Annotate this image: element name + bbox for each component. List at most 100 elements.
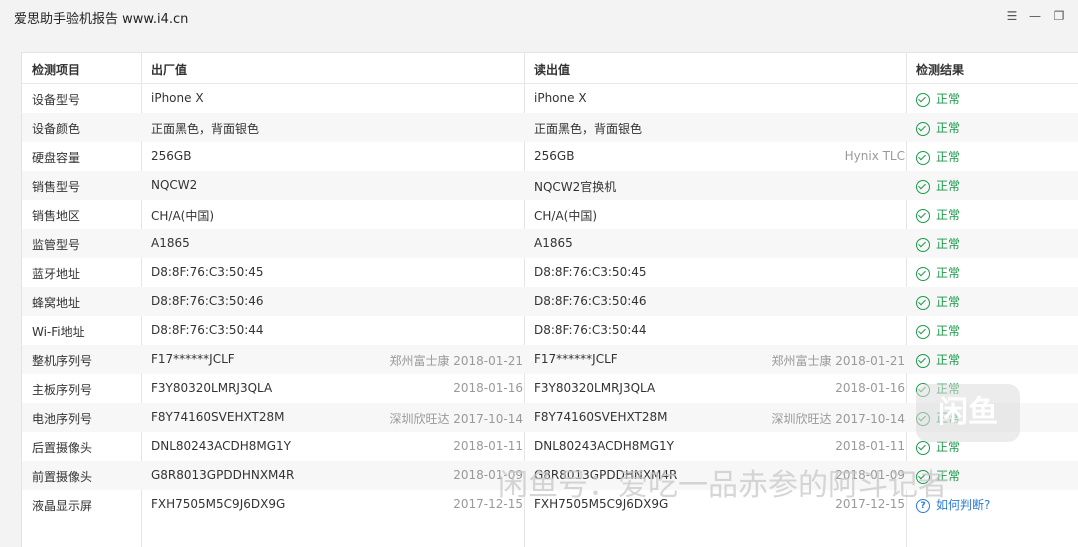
check-circle-icon (916, 440, 930, 455)
table-row: 设备颜色 正面黑色，背面银色 正面黑色，背面银色 正常 (22, 113, 1078, 142)
result-text: 正常 (936, 440, 961, 454)
read-value: F17******JCLF (534, 352, 618, 366)
check-circle-icon (916, 353, 930, 368)
factory-extra: 2018-01-11 (453, 439, 523, 453)
watermark-text: 闲鱼号：爱吃一品赤参的阿斗记者 (498, 468, 948, 503)
factory-value: 正面黑色，背面银色 (151, 122, 260, 136)
item-label: 蜂窝地址 (32, 296, 81, 310)
result-text: 正常 (936, 237, 961, 251)
item-label: 销售地区 (32, 209, 81, 223)
read-value: 正面黑色，背面银色 (534, 122, 643, 136)
read-extra: Hynix TLC (844, 149, 905, 163)
watermark-logo: 闲鱼 (916, 384, 1020, 442)
check-circle-icon (916, 92, 930, 107)
read-value: NQCW2官换机 (534, 180, 617, 194)
factory-extra: 深圳欣旺达 2017-10-14 (389, 412, 523, 426)
table-row: 蜂窝地址 D8:8F:76:C3:50:46 D8:8F:76:C3:50:46 正常 (22, 287, 1078, 316)
factory-value: D8:8F:76:C3:50:46 (151, 294, 264, 308)
read-value: iPhone X (534, 91, 587, 105)
item-label: 设备型号 (32, 93, 81, 107)
item-label: 硬盘容量 (32, 151, 81, 165)
factory-value: NQCW2 (151, 178, 198, 192)
table-row: 硬盘容量 256GB 256GB Hynix TLC 正常 (22, 142, 1078, 171)
result-status: 正常 (916, 235, 960, 252)
read-extra: 2018-01-11 (835, 439, 905, 453)
result-text: 正常 (936, 208, 961, 222)
table-row: Wi-Fi地址 D8:8F:76:C3:50:44 D8:8F:76:C3:50:4… (22, 316, 1078, 345)
item-label: 后置摄像头 (32, 441, 93, 455)
result-text: 正常 (936, 295, 961, 309)
factory-value: 256GB (151, 149, 192, 163)
result-text: 正常 (936, 266, 961, 280)
check-circle-icon (916, 295, 930, 310)
check-circle-icon (916, 266, 930, 281)
factory-value: A1865 (151, 236, 190, 250)
result-status: 正常 (916, 322, 960, 339)
table-row: 整机序列号 F17******JCLF 郑州富士康 2018-01-21 F17***… (22, 345, 1078, 374)
read-value: F3Y80320LMRJ3QLA (534, 381, 656, 395)
read-value: DNL80243ACDH8MG1Y (534, 439, 674, 453)
check-circle-icon (916, 121, 930, 136)
check-circle-icon (916, 150, 930, 165)
item-label: 液晶显示屏 (32, 499, 93, 513)
result-status: 正常 (916, 264, 960, 281)
item-label: 监管型号 (32, 238, 81, 252)
result-text: 正常 (936, 92, 961, 106)
result-status: 正常 (916, 119, 960, 136)
list-icon[interactable]: ☰ (1005, 9, 1019, 23)
item-label: 销售型号 (32, 180, 81, 194)
item-label: 前置摄像头 (32, 470, 93, 484)
read-value: D8:8F:76:C3:50:45 (534, 265, 647, 279)
header-read: 读出值 (534, 63, 571, 77)
factory-value: F17******JCLF (151, 352, 235, 366)
header-result: 检测结果 (916, 63, 965, 77)
factory-value: DNL80243ACDH8MG1Y (151, 439, 291, 453)
result-text: 正常 (936, 150, 961, 164)
check-circle-icon (916, 324, 930, 339)
result-text: 正常 (936, 324, 961, 338)
table-row: 销售地区 CH/A(中国) CH/A(中国) 正常 (22, 200, 1078, 229)
factory-value: D8:8F:76:C3:50:44 (151, 323, 264, 337)
result-status: 正常 (916, 148, 960, 165)
result-status: 正常 (916, 90, 960, 107)
table-row: 监管型号 A1865 A1865 正常 (22, 229, 1078, 258)
read-value: D8:8F:76:C3:50:44 (534, 323, 647, 337)
item-label: 设备颜色 (32, 122, 81, 136)
read-extra: 2018-01-16 (835, 381, 905, 395)
factory-value: D8:8F:76:C3:50:45 (151, 265, 264, 279)
read-value: A1865 (534, 236, 573, 250)
minimize-icon[interactable]: — (1028, 9, 1042, 23)
header-item: 检测项目 (32, 63, 81, 77)
item-label: Wi-Fi地址 (32, 325, 85, 339)
read-extra: 深圳欣旺达 2017-10-14 (771, 412, 905, 426)
result-text: 正常 (936, 121, 961, 135)
table-row: 设备型号 iPhone X iPhone X 正常 (22, 84, 1078, 113)
window-title: 爱思助手验机报告 www.i4.cn (14, 12, 189, 27)
read-value: F8Y74160SVEHXT28M (534, 410, 668, 424)
result-text: 正常 (936, 179, 961, 193)
check-circle-icon (916, 179, 930, 194)
read-extra: 郑州富士康 2018-01-21 (771, 354, 905, 368)
factory-value: CH/A(中国) (151, 209, 215, 223)
factory-extra: 2018-01-16 (453, 381, 523, 395)
item-label: 整机序列号 (32, 354, 93, 368)
result-status: 正常 (916, 293, 960, 310)
read-value: CH/A(中国) (534, 209, 598, 223)
factory-value: FXH7505M5C9J6DX9G (151, 497, 286, 511)
header-factory: 出厂值 (151, 63, 188, 77)
factory-value: iPhone X (151, 91, 204, 105)
item-label: 蓝牙地址 (32, 267, 81, 281)
check-circle-icon (916, 237, 930, 252)
factory-extra: 郑州富士康 2018-01-21 (389, 354, 523, 368)
restore-icon[interactable]: ❐ (1052, 9, 1066, 23)
result-status: 正常 (916, 351, 960, 368)
read-value: D8:8F:76:C3:50:46 (534, 294, 647, 308)
item-label: 电池序列号 (32, 412, 93, 426)
factory-value: F8Y74160SVEHXT28M (151, 410, 285, 424)
read-value: 256GB (534, 149, 575, 163)
check-circle-icon (916, 208, 930, 223)
table-row: 销售型号 NQCW2 NQCW2官换机 正常 (22, 171, 1078, 200)
result-text: 正常 (936, 353, 961, 367)
factory-value: F3Y80320LMRJ3QLA (151, 381, 273, 395)
item-label: 主板序列号 (32, 383, 93, 397)
